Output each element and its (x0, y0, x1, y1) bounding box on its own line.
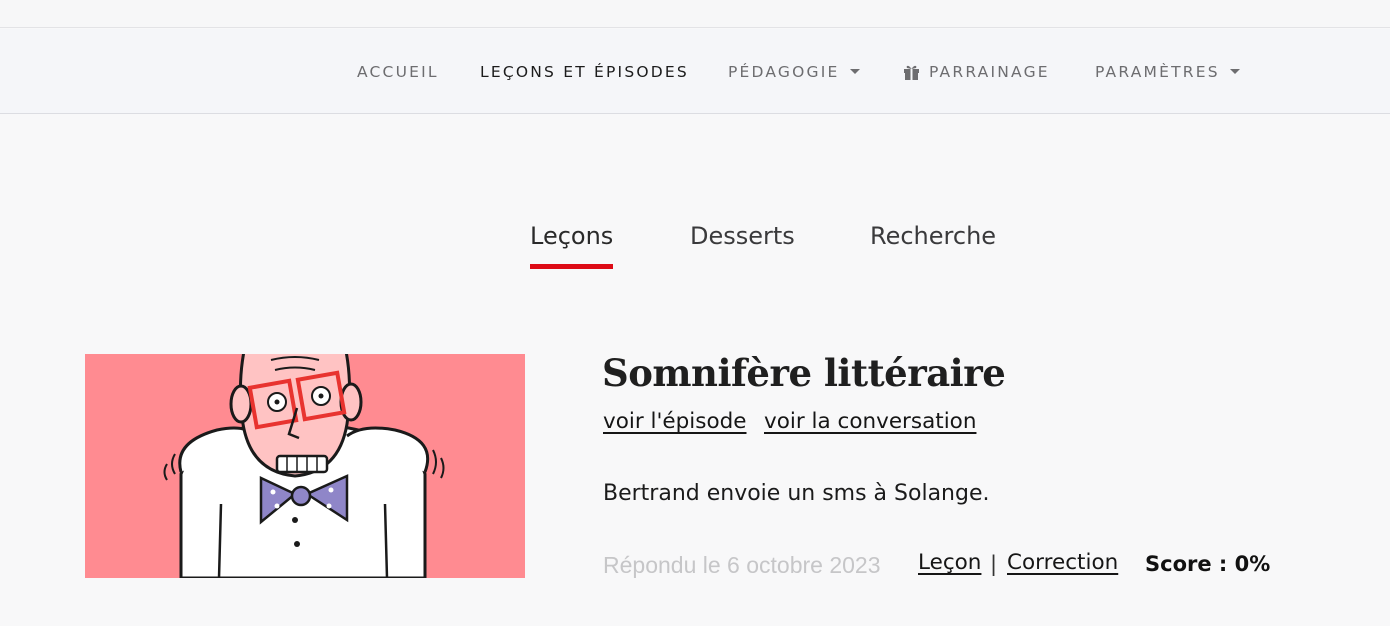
chevron-down-icon (849, 69, 860, 74)
tab-recherche-label: Recherche (870, 222, 997, 250)
lesson-link[interactable]: Leçon (918, 550, 981, 575)
chevron-down-icon (1229, 69, 1240, 74)
nav-lecons-episodes[interactable]: LEÇONS ET ÉPISODES (480, 29, 689, 114)
gift-icon (904, 65, 919, 80)
nav-pedagogie-dropdown[interactable]: PÉDAGOGIE (728, 29, 860, 114)
lesson-title: Somnifère littéraire (602, 351, 1006, 395)
episode-thumbnail[interactable] (85, 354, 525, 578)
nav-accueil[interactable]: ACCUEIL (357, 29, 439, 114)
nav-pedagogie-label: PÉDAGOGIE (728, 62, 840, 81)
nav-parrainage[interactable]: PARRAINAGE (903, 29, 1050, 114)
tab-lecons-label: Leçons (530, 222, 614, 250)
link-separator: | (990, 552, 998, 576)
correction-link[interactable]: Correction (1007, 550, 1118, 575)
nav-accueil-label: ACCUEIL (357, 62, 439, 81)
nav-parametres-label: PARAMÈTRES (1095, 62, 1220, 81)
active-tab-indicator (530, 264, 613, 269)
nav-parametres-dropdown[interactable]: PARAMÈTRES (1095, 29, 1240, 114)
nav-parrainage-label: PARRAINAGE (929, 62, 1050, 81)
tab-desserts[interactable]: Desserts (690, 222, 795, 270)
score-value: Score : 0% (1145, 552, 1271, 576)
main-navbar: ACCUEIL LEÇONS ET ÉPISODES PÉDAGOGIE PAR… (0, 29, 1390, 114)
answered-date: Répondu le 6 octobre 2023 (603, 552, 881, 578)
tab-lecons[interactable]: Leçons (530, 222, 613, 270)
tab-recherche[interactable]: Recherche (870, 222, 996, 270)
browser-top-strip (0, 0, 1390, 28)
tab-desserts-label: Desserts (690, 222, 795, 250)
view-conversation-link[interactable]: voir la conversation (764, 409, 976, 434)
nav-lecons-episodes-label: LEÇONS ET ÉPISODES (480, 62, 689, 81)
episode-illustration (85, 354, 525, 578)
view-episode-link[interactable]: voir l'épisode (603, 409, 747, 434)
lesson-description: Bertrand envoie un sms à Solange. (603, 481, 990, 506)
